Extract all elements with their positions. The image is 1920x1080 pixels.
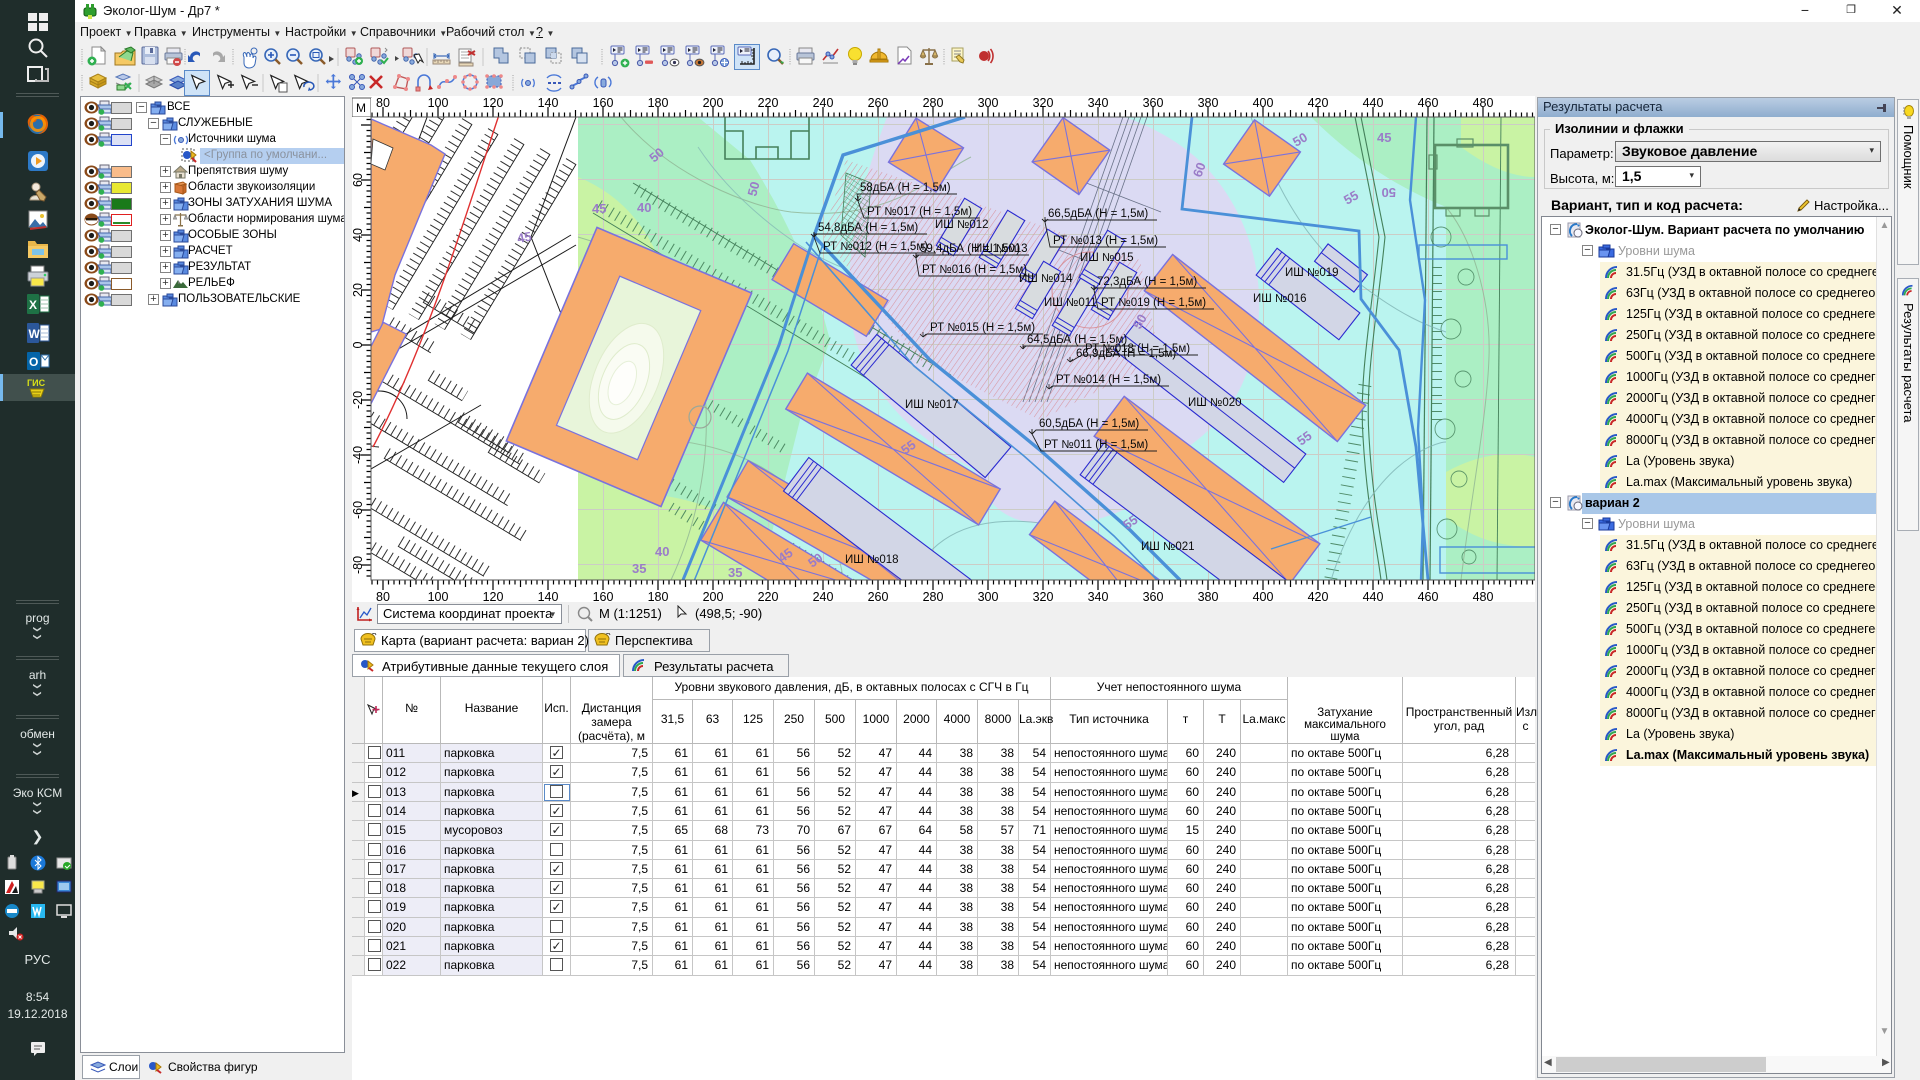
svg-text:ИШ №015: ИШ №015 — [1080, 252, 1134, 264]
svg-text:РТ №017 (Н = 1,5м): РТ №017 (Н = 1,5м) — [867, 206, 972, 218]
svg-text:РТ №012 (Н = 1,5м): РТ №012 (Н = 1,5м) — [823, 241, 928, 253]
svg-text:160: 160 — [593, 590, 614, 602]
svg-text:40: 40 — [637, 200, 651, 215]
svg-text:400: 400 — [1253, 96, 1274, 110]
svg-text:380: 380 — [1198, 590, 1219, 602]
svg-text:ИШ №013: ИШ №013 — [974, 243, 1028, 255]
svg-text:35: 35 — [632, 561, 646, 576]
svg-text:60,5дБА (Н = 1,5м): 60,5дБА (Н = 1,5м) — [1039, 418, 1139, 430]
svg-text:РТ №014 (Н = 1,5м): РТ №014 (Н = 1,5м) — [1056, 374, 1161, 386]
svg-text:0: 0 — [352, 341, 365, 348]
svg-text:ИШ №020: ИШ №020 — [1188, 397, 1242, 409]
svg-text:ИШ №016: ИШ №016 — [1253, 293, 1307, 305]
svg-text:300: 300 — [978, 96, 999, 110]
svg-text:60: 60 — [352, 173, 365, 187]
svg-text:35: 35 — [728, 565, 742, 580]
svg-text:РТ №013 (Н = 1,5м): РТ №013 (Н = 1,5м) — [1053, 235, 1158, 247]
svg-text:120: 120 — [483, 96, 504, 110]
svg-text:340: 340 — [1088, 96, 1109, 110]
svg-text:100: 100 — [428, 96, 449, 110]
svg-text:140: 140 — [538, 96, 559, 110]
svg-text:340: 340 — [1088, 590, 1109, 602]
svg-text:320: 320 — [1033, 590, 1054, 602]
svg-text:460: 460 — [1418, 590, 1439, 602]
svg-text:ИШ №018: ИШ №018 — [845, 554, 899, 566]
svg-text:160: 160 — [593, 96, 614, 110]
svg-text:66,9дБА (Н = 1,5м): 66,9дБА (Н = 1,5м) — [1076, 348, 1176, 360]
svg-text:-40: -40 — [352, 446, 365, 464]
svg-text:320: 320 — [1033, 96, 1054, 110]
svg-text:ИШ №019: ИШ №019 — [1285, 267, 1339, 279]
svg-text:380: 380 — [1198, 96, 1219, 110]
svg-text:100: 100 — [428, 590, 449, 602]
svg-text:360: 360 — [1143, 590, 1164, 602]
svg-text:200: 200 — [703, 96, 724, 110]
svg-text:-60: -60 — [352, 501, 365, 519]
svg-text:80: 80 — [376, 96, 390, 110]
svg-text:М: М — [356, 101, 366, 115]
svg-text:180: 180 — [648, 96, 669, 110]
svg-text:W: W — [29, 327, 41, 341]
svg-text:ИШ №011: ИШ №011 — [1044, 297, 1097, 309]
svg-text:45: 45 — [516, 229, 533, 246]
svg-text:40: 40 — [655, 544, 669, 559]
svg-text:260: 260 — [868, 96, 889, 110]
svg-text:РТ №019 (Н = 1,5м): РТ №019 (Н = 1,5м) — [1101, 297, 1206, 309]
svg-text:360: 360 — [1143, 96, 1164, 110]
svg-text:-20: -20 — [352, 391, 365, 409]
svg-text:66,5дБА (Н = 1,5м): 66,5дБА (Н = 1,5м) — [1048, 208, 1148, 220]
svg-text:РТ №011 (Н = 1,5м): РТ №011 (Н = 1,5м) — [1044, 439, 1148, 451]
svg-text:280: 280 — [923, 96, 944, 110]
svg-text:ИШ №017: ИШ №017 — [905, 399, 959, 411]
svg-text:480: 480 — [1473, 96, 1494, 110]
svg-text:РТ №016 (Н = 1,5м): РТ №016 (Н = 1,5м) — [922, 264, 1027, 276]
svg-text:ГИС: ГИС — [27, 378, 46, 388]
svg-text:180: 180 — [648, 590, 669, 602]
svg-text:54,8дБА (Н = 1,5м): 54,8дБА (Н = 1,5м) — [818, 222, 918, 234]
svg-text:460: 460 — [1418, 96, 1439, 110]
svg-text:120: 120 — [483, 590, 504, 602]
svg-text:45: 45 — [592, 201, 606, 216]
svg-text:220: 220 — [758, 590, 779, 602]
svg-text:420: 420 — [1308, 96, 1329, 110]
svg-text:480: 480 — [1473, 590, 1494, 602]
svg-text:58дБА (Н = 1,5м): 58дБА (Н = 1,5м) — [860, 182, 951, 194]
svg-text:ИШ №014: ИШ №014 — [1019, 273, 1073, 285]
svg-text:72,3дБА (Н = 1,5м): 72,3дБА (Н = 1,5м) — [1097, 276, 1197, 288]
svg-text:200: 200 — [703, 590, 724, 602]
svg-text:40: 40 — [352, 228, 365, 242]
svg-text:220: 220 — [758, 96, 779, 110]
svg-text:400: 400 — [1253, 590, 1274, 602]
svg-text:50: 50 — [1382, 185, 1396, 200]
svg-text:280: 280 — [923, 590, 944, 602]
svg-text:ИШ №021: ИШ №021 — [1141, 541, 1195, 553]
svg-text:300: 300 — [978, 590, 999, 602]
svg-text:-80: -80 — [352, 556, 365, 574]
svg-text:ИШ №012: ИШ №012 — [935, 219, 989, 231]
svg-text:260: 260 — [868, 590, 889, 602]
svg-text:45: 45 — [1377, 130, 1391, 145]
svg-text:240: 240 — [813, 96, 834, 110]
svg-text:420: 420 — [1308, 590, 1329, 602]
svg-text:O: O — [29, 355, 38, 369]
svg-text:20: 20 — [352, 283, 365, 297]
svg-text:80: 80 — [376, 590, 390, 602]
svg-text:140: 140 — [538, 590, 559, 602]
svg-text:240: 240 — [813, 590, 834, 602]
svg-text:X: X — [29, 298, 37, 312]
svg-text:440: 440 — [1363, 96, 1384, 110]
svg-text:РТ №015 (Н = 1,5м): РТ №015 (Н = 1,5м) — [930, 322, 1035, 334]
svg-text:440: 440 — [1363, 590, 1384, 602]
